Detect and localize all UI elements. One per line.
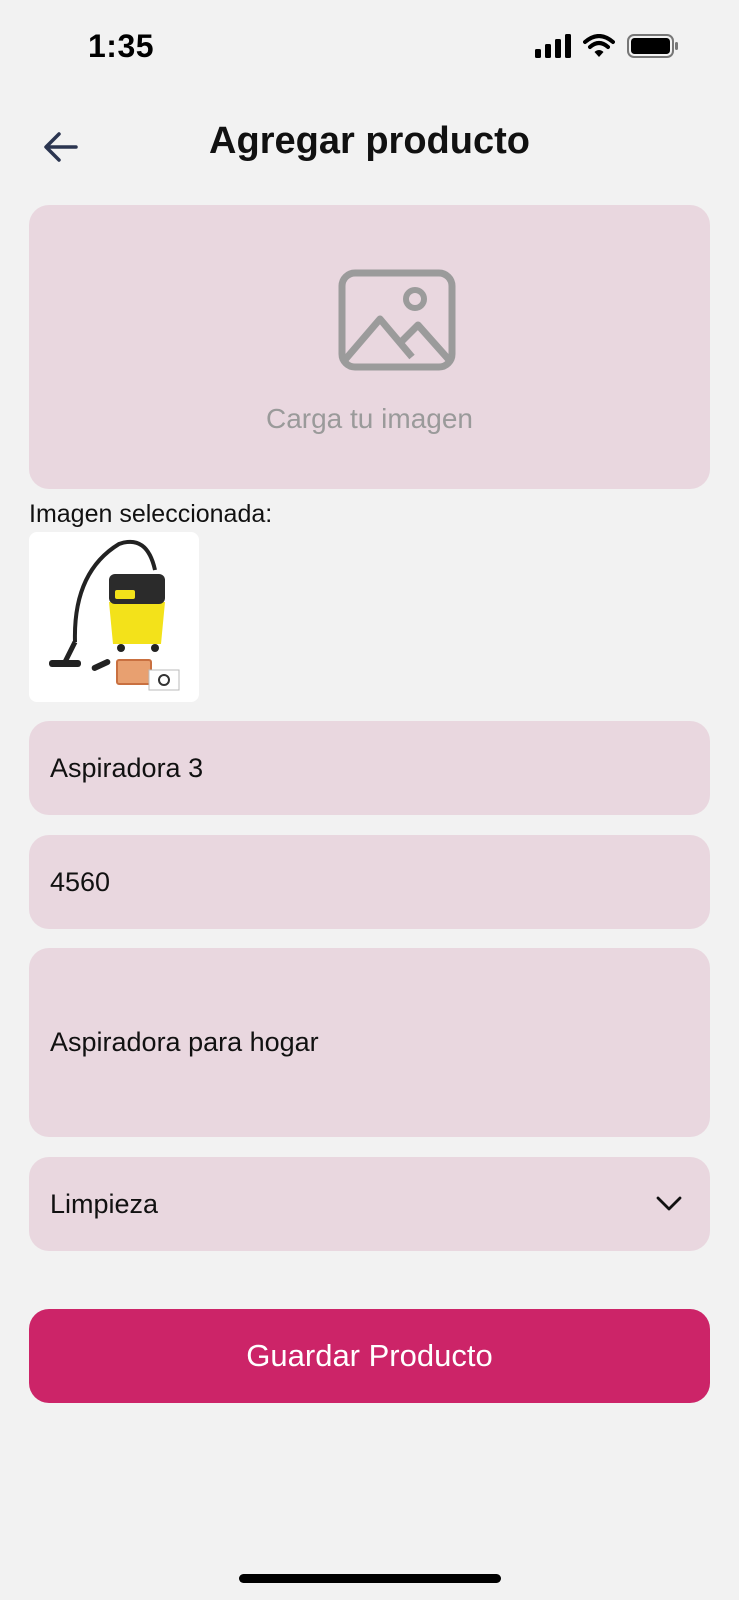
product-price-value: 4560 [50,866,111,897]
product-description-value: Aspiradora para hogar [50,1027,319,1057]
status-icons [535,34,679,58]
chevron-down-icon [656,1196,682,1211]
image-upload-area[interactable]: Carga tu imagen [29,205,710,489]
header: Agregar producto [0,110,739,180]
wifi-icon [583,34,615,57]
category-value: Limpieza [50,1188,159,1219]
upload-label: Carga tu imagen [265,403,473,434]
signal-icon [535,34,571,58]
product-name-field[interactable]: Aspiradora 3 [29,721,710,815]
home-indicator[interactable] [239,1574,501,1583]
selected-image-label: Imagen seleccionada: [29,500,273,528]
status-bar: 1:35 [0,0,739,100]
product-description-field[interactable]: Aspiradora para hogar [29,948,710,1137]
category-select[interactable]: Limpieza [29,1157,710,1251]
image-placeholder-icon [338,269,456,371]
battery-icon [627,34,678,58]
page-title: Agregar producto [209,120,530,162]
selected-image-thumbnail [29,532,199,702]
product-name-value: Aspiradora 3 [50,752,204,783]
product-price-field[interactable]: 4560 [29,835,710,929]
status-time: 1:35 [88,28,155,64]
save-product-button[interactable]: Guardar Producto [29,1309,710,1403]
vacuum-image [49,539,180,691]
